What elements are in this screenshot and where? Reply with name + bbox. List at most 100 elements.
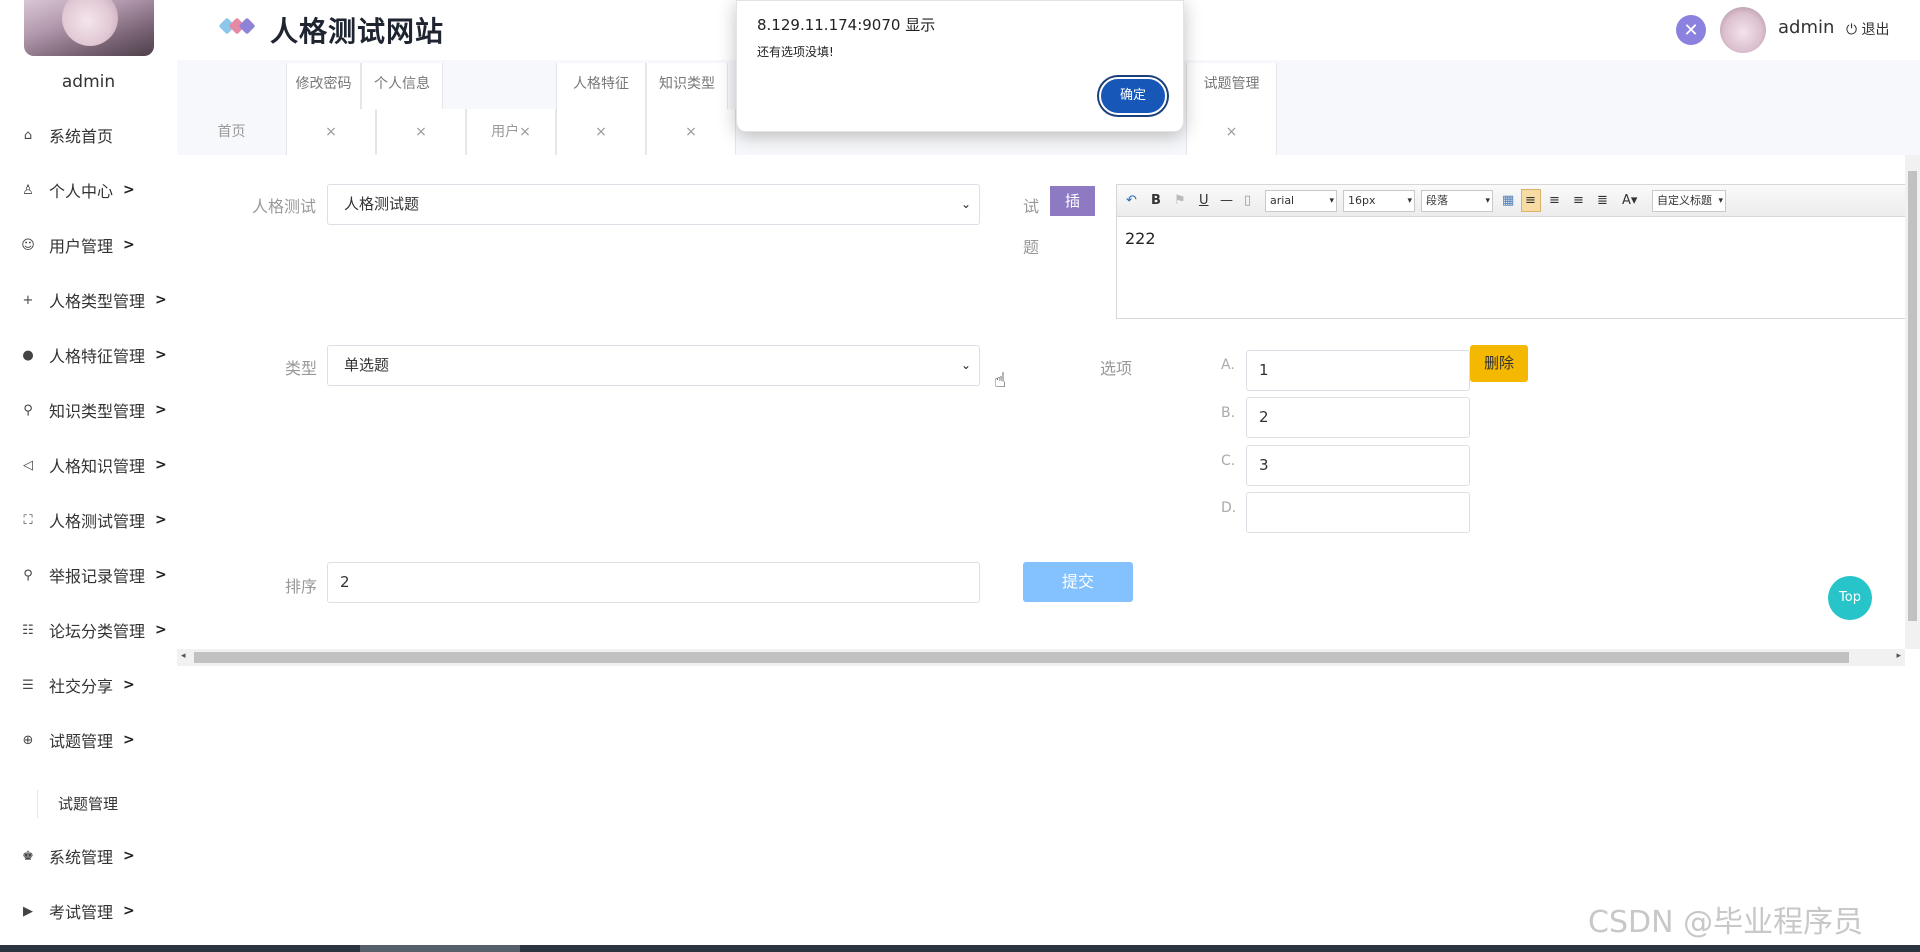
font-family-value: arial — [1270, 194, 1295, 207]
key-icon: ⚲ — [23, 402, 33, 418]
question-label: 试 — [1023, 197, 1040, 216]
sidebar-item-label: 人格类型管理 — [49, 292, 146, 311]
font-size-select[interactable]: 16px ▾ — [1343, 190, 1415, 212]
sidebar-username: admin — [61, 72, 116, 92]
options-label: 选项 — [1100, 359, 1133, 378]
sidebar-item-personality-tests[interactable]: ⛶ 人格测试管理 > — [0, 500, 177, 540]
chevron-right-icon: > — [155, 292, 167, 308]
chevron-down-icon: ⌄ — [960, 358, 971, 372]
sidebar-item-label: 用户管理 — [49, 237, 114, 256]
horizontal-rule-icon[interactable]: — — [1220, 191, 1233, 211]
user-icon: ♙ — [22, 182, 34, 198]
sidebar-item-home[interactable]: ⌂ 系统首页 — [0, 115, 177, 155]
align-center-icon[interactable]: ≡ — [1573, 191, 1584, 211]
paragraph-value: 段落 — [1426, 194, 1448, 207]
sidebar-item-label: 社交分享 — [49, 677, 114, 696]
tab-knowledge-types[interactable]: 知识类型 — [646, 63, 728, 110]
plus-icon: + — [22, 292, 34, 308]
speaker-icon: ◁ — [23, 457, 33, 473]
chevron-right-icon: > — [155, 457, 167, 473]
chevron-right-icon: > — [123, 677, 135, 693]
option-a-input[interactable]: 1 — [1246, 350, 1470, 391]
tab-close-icon[interactable]: × — [376, 109, 466, 155]
type-select[interactable]: 单选题 ⌄ — [327, 345, 980, 386]
align-right-icon[interactable]: ≡ — [1549, 191, 1560, 211]
avatar[interactable] — [1720, 7, 1766, 53]
tab-close-icon[interactable]: × — [646, 109, 736, 155]
editor-toolbar: ↶ B ⚑ U — ▯ arial ▾ 16px ▾ 段落 ▾ ▦ ≡ ≡ ≡ ≣ A… — [1117, 185, 1905, 217]
tab-personal-info[interactable]: 个人信息 — [361, 63, 443, 110]
type-select-value: 单选题 — [344, 356, 390, 374]
undo-icon[interactable]: ↶ — [1126, 191, 1137, 211]
tab-users[interactable]: 用户× — [466, 109, 556, 155]
option-a-letter: A. — [1221, 357, 1235, 373]
sidebar-item-social-share[interactable]: ☰ 社交分享 > — [0, 665, 177, 705]
site-title: 人格测试网站 — [270, 15, 445, 48]
sidebar-item-label: 举报记录管理 — [49, 567, 146, 586]
submit-button[interactable]: 提交 — [1023, 562, 1133, 602]
option-c-input[interactable]: 3 — [1246, 445, 1470, 486]
question-label-2: 题 — [1023, 238, 1040, 257]
sidebar-item-reports[interactable]: ⚲ 举报记录管理 > — [0, 555, 177, 595]
underline-icon[interactable]: U — [1199, 191, 1209, 211]
insert-button[interactable]: 插 — [1050, 186, 1095, 216]
editor-content[interactable]: 222 — [1125, 229, 1156, 248]
font-color-icon[interactable]: A▾ — [1622, 191, 1637, 211]
sidebar-item-forum-categories[interactable]: ☷ 论坛分类管理 > — [0, 610, 177, 650]
page-icon[interactable]: ▯ — [1244, 191, 1251, 211]
table-icon[interactable]: ▦ — [1502, 191, 1514, 211]
chevron-down-icon: ⌄ — [960, 197, 971, 211]
sidebar-item-users[interactable]: ☺ 用户管理 > — [0, 225, 177, 265]
tab-change-password[interactable]: 修改密码 — [286, 63, 361, 110]
tab-close-icon[interactable]: × — [556, 109, 646, 155]
option-b-input[interactable]: 2 — [1246, 397, 1470, 438]
sidebar-item-exams[interactable]: ▶ 考试管理 > — [0, 891, 177, 931]
option-d-letter: D. — [1221, 500, 1237, 516]
rich-text-editor[interactable]: ↶ B ⚑ U — ▯ arial ▾ 16px ▾ 段落 ▾ ▦ ≡ ≡ ≡ ≣ A… — [1116, 184, 1906, 319]
tab-close-icon[interactable]: × — [1186, 109, 1277, 155]
grid-list-icon: ☷ — [22, 622, 34, 638]
sidebar-item-label: 系统管理 — [49, 848, 114, 867]
sidebar-item-label: 个人中心 — [49, 182, 114, 201]
scroll-right-icon[interactable]: ▸ — [1896, 651, 1901, 661]
close-icon[interactable]: ✕ — [1676, 15, 1706, 45]
align-justify-icon[interactable]: ≣ — [1597, 191, 1608, 211]
custom-title-select[interactable]: 自定义标题 ▾ — [1652, 190, 1726, 212]
sidebar-item-label: 人格特征管理 — [49, 347, 146, 366]
sidebar-item-knowledge-types[interactable]: ⚲ 知识类型管理 > — [0, 390, 177, 430]
tab-question-management[interactable]: 试题管理 — [1186, 63, 1277, 110]
scan-icon: ⛶ — [23, 512, 33, 528]
test-select[interactable]: 人格测试题 ⌄ — [327, 184, 980, 225]
font-family-select[interactable]: arial ▾ — [1265, 190, 1337, 212]
back-to-top-button[interactable]: Top — [1828, 576, 1872, 620]
order-label: 排序 — [285, 577, 318, 596]
sidebar-item-personal[interactable]: ♙ 个人中心 > — [0, 170, 177, 210]
vertical-scrollbar[interactable] — [1905, 155, 1920, 649]
sidebar-item-personality-knowledge[interactable]: ◁ 人格知识管理 > — [0, 445, 177, 485]
format-painter-icon[interactable]: ⚑ — [1174, 191, 1186, 211]
alert-message: 还有选项没填! — [757, 45, 834, 59]
scroll-left-icon[interactable]: ◂ — [181, 651, 186, 661]
tab-personality-traits[interactable]: 人格特征 — [556, 63, 646, 110]
paragraph-select[interactable]: 段落 ▾ — [1421, 190, 1493, 212]
option-d-input[interactable] — [1246, 492, 1470, 533]
tab-home[interactable]: 首页 — [177, 109, 286, 155]
tab-close-icon[interactable]: × — [286, 109, 376, 155]
delete-button[interactable]: 删除 — [1470, 345, 1528, 382]
alert-ok-button[interactable]: 确定 — [1099, 77, 1167, 115]
horizontal-scrollbar[interactable]: ◂ ▸ — [177, 649, 1905, 666]
sidebar-item-personality-types[interactable]: + 人格类型管理 > — [0, 280, 177, 320]
chevron-down-icon: ▾ — [1718, 196, 1723, 206]
logout-button[interactable]: ⏻ 退出 — [1846, 19, 1890, 39]
sidebar-item-label: 人格测试管理 — [49, 512, 146, 531]
order-input[interactable]: 2 — [327, 562, 980, 603]
sidebar-item-questions[interactable]: ⊕ 试题管理 > — [0, 720, 177, 760]
bold-icon[interactable]: B — [1151, 191, 1161, 211]
test-label: 人格测试 — [252, 197, 317, 216]
list-icon: ☰ — [22, 677, 34, 693]
sidebar-item-personality-traits[interactable]: ● 人格特征管理 > — [0, 335, 177, 375]
align-left-icon[interactable]: ≡ — [1525, 191, 1536, 211]
font-size-value: 16px — [1348, 194, 1376, 207]
sidebar-item-system[interactable]: ♚ 系统管理 > — [0, 836, 177, 876]
sidebar-subitem-questions[interactable]: 试题管理 — [37, 790, 177, 818]
